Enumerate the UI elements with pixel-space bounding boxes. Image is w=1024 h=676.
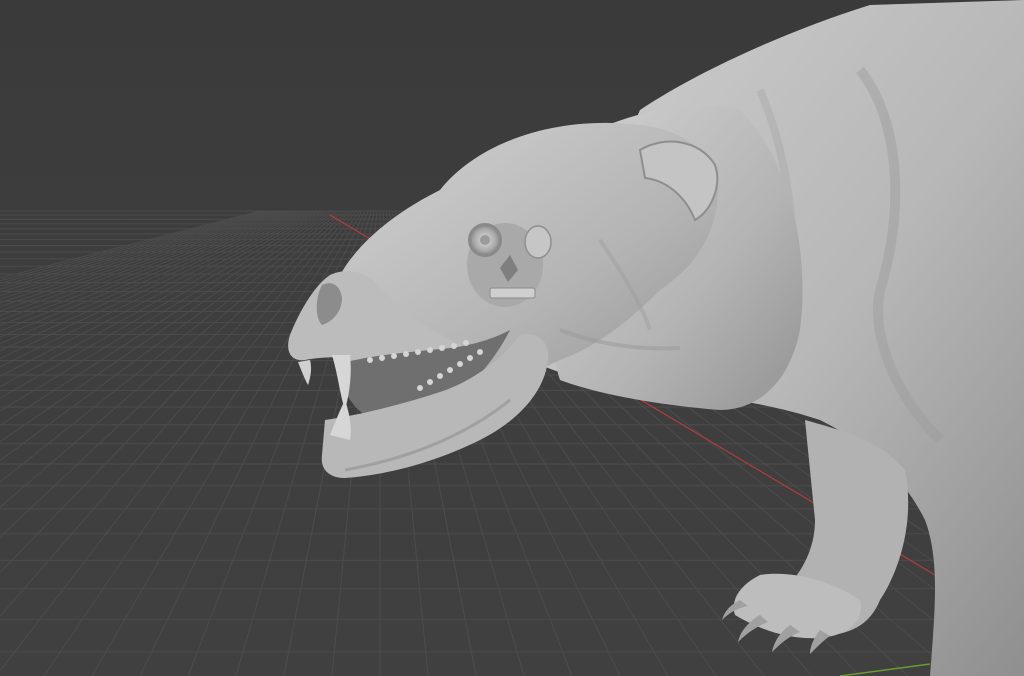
eye-pupil bbox=[480, 235, 490, 245]
second-eye-socket bbox=[524, 225, 552, 259]
skull-teeth-row bbox=[489, 287, 536, 299]
3d-viewport[interactable] bbox=[0, 0, 1024, 676]
sculpted-creature-model[interactable] bbox=[288, 0, 1024, 676]
upper-incisor bbox=[298, 360, 312, 385]
upper-fang bbox=[332, 355, 351, 410]
viewport-canvas[interactable] bbox=[0, 0, 1024, 676]
